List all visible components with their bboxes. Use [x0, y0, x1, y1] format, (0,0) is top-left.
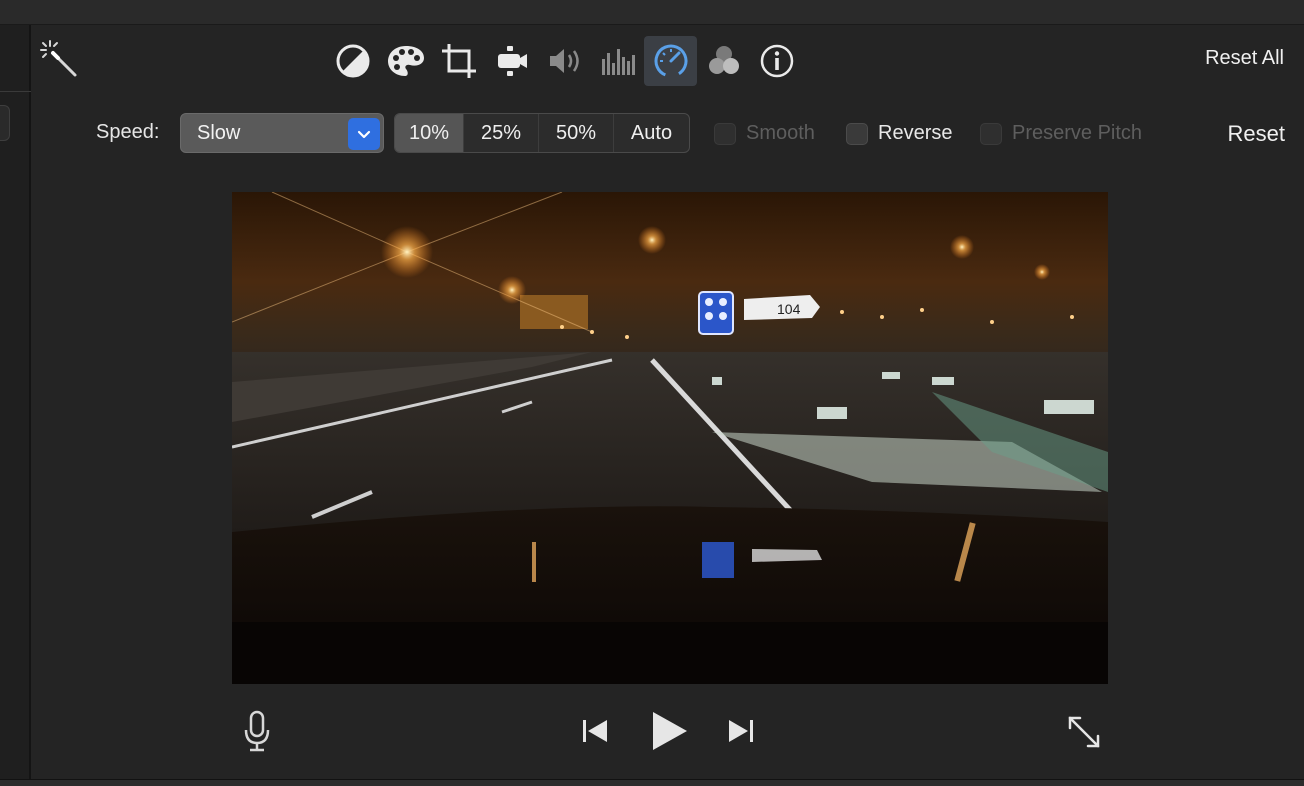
preserve-pitch-checkbox[interactable]: Preserve Pitch — [980, 122, 1142, 145]
magic-wand-icon[interactable] — [38, 38, 80, 80]
speed-label: Speed: — [96, 121, 160, 143]
fullscreen-icon[interactable] — [1064, 712, 1104, 752]
video-frame: 104 — [232, 192, 1108, 684]
speed-dropdown[interactable]: Slow — [180, 113, 384, 153]
reset-button[interactable]: Reset — [1228, 121, 1285, 147]
checkbox-box — [980, 122, 1002, 145]
clip-filter-icon[interactable] — [697, 36, 750, 86]
chevron-down-icon — [348, 118, 380, 150]
reverse-label: Reverse — [878, 122, 953, 144]
stabilization-camera-icon[interactable] — [485, 36, 538, 86]
color-correction-palette-icon[interactable] — [379, 36, 432, 86]
smooth-label: Smooth — [746, 122, 815, 144]
crop-icon[interactable] — [432, 36, 485, 86]
top-strip — [0, 0, 1304, 25]
playback-controls — [0, 704, 1304, 760]
divider — [0, 91, 31, 92]
speed-option-25[interactable]: 25% — [464, 114, 539, 152]
color-balance-icon[interactable] — [326, 36, 379, 86]
speed-icon[interactable] — [644, 36, 697, 86]
microphone-icon[interactable] — [240, 708, 274, 754]
skip-forward-icon[interactable] — [724, 714, 758, 748]
sign-number: 104 — [777, 301, 801, 317]
app-window: Reset All Speed: Slow 10% 25% 50% Auto S… — [0, 0, 1304, 786]
checkbox-box — [846, 122, 868, 145]
play-icon[interactable] — [646, 708, 692, 754]
video-viewer[interactable]: 104 — [232, 192, 1108, 684]
speed-option-10[interactable]: 10% — [395, 114, 464, 152]
bottom-strip — [0, 779, 1304, 786]
noise-equalizer-icon[interactable] — [591, 36, 644, 86]
smooth-checkbox[interactable]: Smooth — [714, 122, 815, 145]
volume-icon[interactable] — [538, 36, 591, 86]
reset-all-button[interactable]: Reset All — [1205, 47, 1284, 70]
speed-rate-segmented-control: 10% 25% 50% Auto — [394, 113, 690, 153]
checkbox-box — [714, 122, 736, 145]
info-icon[interactable] — [750, 36, 803, 86]
speed-option-50[interactable]: 50% — [539, 114, 614, 152]
reverse-checkbox[interactable]: Reverse — [846, 122, 952, 145]
speed-controls: Speed: Slow 10% 25% 50% Auto Smooth Reve… — [0, 113, 1304, 153]
speed-dropdown-value: Slow — [197, 122, 241, 144]
speed-option-auto[interactable]: Auto — [614, 114, 689, 152]
adjustment-toolbar — [326, 36, 803, 86]
preserve-pitch-label: Preserve Pitch — [1012, 122, 1143, 144]
skip-back-icon[interactable] — [578, 714, 612, 748]
